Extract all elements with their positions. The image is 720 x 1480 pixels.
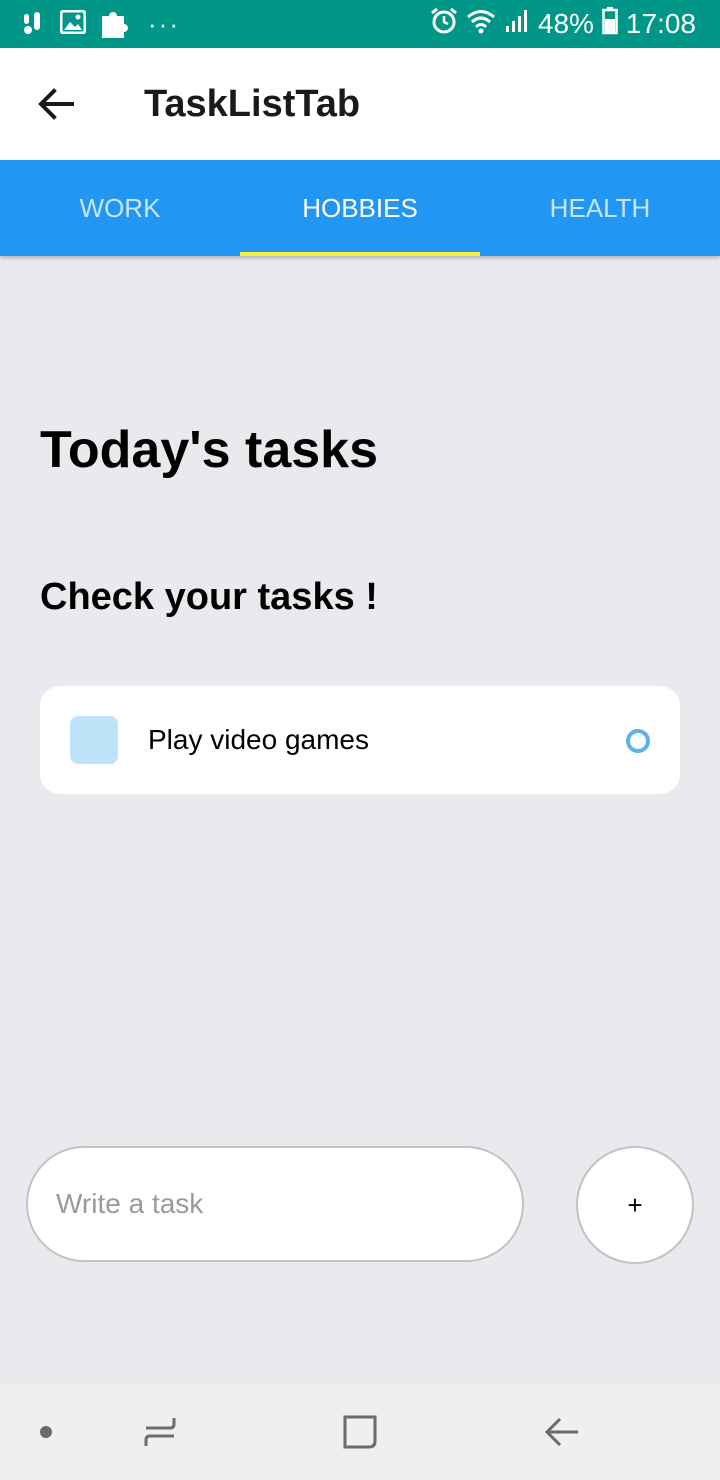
navigation-bar: [0, 1384, 720, 1480]
tab-hobbies[interactable]: HOBBIES: [240, 160, 480, 256]
section-subheading: Check your tasks !: [40, 576, 378, 618]
signal-icon: [504, 8, 530, 41]
app-bar: TaskListTab: [0, 48, 720, 160]
back-button[interactable]: [28, 76, 84, 132]
home-icon[interactable]: [320, 1384, 400, 1480]
gallery-icon: [59, 9, 87, 39]
recent-apps-icon[interactable]: [120, 1384, 200, 1480]
status-bar: ··· 48% 17:08: [0, 0, 720, 48]
tab-health[interactable]: HEALTH: [480, 160, 720, 256]
task-label: Play video games: [148, 724, 370, 755]
clock: 17:08: [625, 8, 696, 39]
status-bar-notifications: ···: [20, 0, 180, 48]
puzzle-icon: [100, 6, 130, 43]
alarm-icon: [430, 7, 458, 42]
task-square-icon: [70, 716, 118, 764]
tab-label: HOBBIES: [302, 192, 418, 223]
status-bar-system: 48% 17:08: [430, 0, 696, 48]
battery-icon: [602, 6, 618, 42]
wifi-icon: [466, 8, 496, 41]
tab-label: HEALTH: [549, 192, 651, 223]
page-title: TaskListTab: [144, 83, 361, 125]
tab-indicator: [240, 252, 480, 256]
battery-percent: 48%: [537, 8, 594, 39]
task-item[interactable]: Play video games: [40, 686, 680, 794]
add-task-button[interactable]: +: [576, 1146, 694, 1264]
tab-bar: WORK HOBBIES HEALTH: [0, 160, 720, 256]
tab-work[interactable]: WORK: [0, 160, 240, 256]
dot-icon[interactable]: [16, 1384, 76, 1480]
notification-app-icon: [20, 8, 46, 41]
section-heading: Today's tasks: [40, 421, 378, 479]
task-input[interactable]: [26, 1146, 524, 1262]
task-status-circle-icon[interactable]: [626, 729, 650, 753]
tab-label: WORK: [79, 192, 161, 223]
back-icon[interactable]: [522, 1384, 602, 1480]
more-notifications-icon: ···: [148, 8, 180, 39]
arrow-left-icon: [38, 88, 74, 120]
